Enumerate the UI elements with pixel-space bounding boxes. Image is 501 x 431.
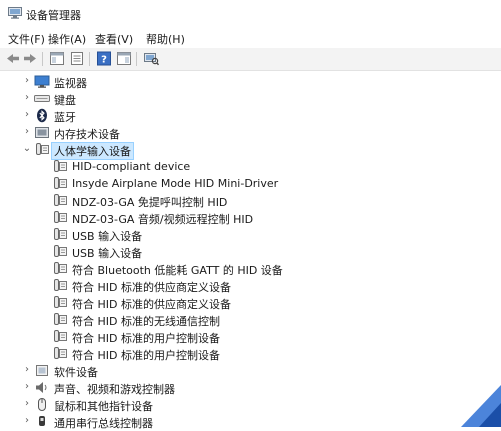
svg-text:?: ? (101, 55, 107, 66)
device-manager-icon (8, 7, 22, 19)
software-device-icon (36, 365, 48, 376)
hid-icon (36, 143, 49, 155)
hid-icon (54, 194, 67, 206)
tree-item-label: HID-compliant device (72, 160, 191, 173)
chevron-right-icon[interactable]: › (22, 75, 32, 87)
chevron-right-icon[interactable]: › (22, 126, 32, 138)
action-pane-icon[interactable] (116, 51, 132, 66)
tree-child-item[interactable]: 符合 HID 标准的用户控制设备 (0, 345, 501, 362)
tree-item-label: 符合 Bluetooth 低能耗 GATT 的 HID 设备 (72, 264, 283, 277)
tree-item-label: 符合 HID 标准的无线通信控制 (72, 315, 220, 328)
tree-child-item[interactable]: Insyde Airplane Mode HID Mini-Driver (0, 175, 501, 192)
tree-child-item[interactable]: 符合 HID 标准的无线通信控制 (0, 311, 501, 328)
hid-icon (54, 279, 67, 291)
tree-item-label: 蓝牙 (54, 111, 76, 124)
chevron-right-icon[interactable]: › (22, 92, 32, 104)
tree-item-label: Insyde Airplane Mode HID Mini-Driver (72, 177, 279, 190)
menu-file[interactable]: 文件(F) (8, 31, 45, 47)
tree-item-label: 符合 HID 标准的用户控制设备 (72, 332, 220, 345)
tree-item-label: 内存技术设备 (54, 128, 120, 141)
menu-help[interactable]: 帮助(H) (146, 31, 185, 47)
hid-icon (54, 296, 67, 308)
title-bar: 设备管理器 (0, 0, 501, 28)
toolbar-separator (89, 52, 90, 66)
tree-child-item[interactable]: NDZ-03-GA 免提呼叫控制 HID (0, 192, 501, 209)
menu-action[interactable]: 操作(A) (48, 31, 86, 47)
tree-item-label: 符合 HID 标准的供应商定义设备 (72, 281, 231, 294)
tree-child-item[interactable]: USB 输入设备 (0, 226, 501, 243)
tree-item-label: USB 输入设备 (72, 230, 143, 243)
hid-icon (54, 330, 67, 342)
chevron-down-icon[interactable]: ⌄ (22, 143, 32, 155)
hid-icon (54, 177, 67, 189)
tree-item-label: 人体学输入设备 (51, 142, 134, 160)
menu-view[interactable]: 查看(V) (95, 31, 133, 47)
tree-item-label: 声音、视频和游戏控制器 (54, 383, 175, 396)
speaker-icon (36, 382, 47, 393)
chevron-right-icon[interactable]: › (22, 381, 32, 393)
mouse-icon (38, 398, 46, 411)
back-arrow-icon[interactable] (5, 51, 21, 66)
memory-icon (35, 127, 49, 138)
tree-child-item[interactable]: HID-compliant device (0, 158, 501, 175)
toolbar: ? (0, 48, 501, 71)
tree-item-usb-controllers[interactable]: › 通用串行总线控制器 (0, 413, 501, 430)
toolbar-separator (42, 52, 43, 66)
help-icon[interactable]: ? (96, 51, 112, 66)
tree-item-label: USB 输入设备 (72, 247, 143, 260)
tree-item-label: 通用串行总线控制器 (54, 417, 153, 430)
window-title: 设备管理器 (26, 9, 81, 22)
tree-child-item[interactable]: NDZ-03-GA 音频/视频远程控制 HID (0, 209, 501, 226)
tree-item-label: 键盘 (54, 94, 76, 107)
hid-icon (54, 313, 67, 325)
toolbar-separator (136, 52, 137, 66)
tree-item-label: 监视器 (54, 77, 87, 90)
hid-icon (54, 347, 67, 359)
device-tree: › 监视器 › 键盘 › 蓝牙 › 内存技术设备 ⌄ 人体学输入设备 HID-c… (0, 71, 501, 430)
tree-child-item[interactable]: USB 输入设备 (0, 243, 501, 260)
tree-item-label: 软件设备 (54, 366, 98, 379)
tree-item-label: 符合 HID 标准的供应商定义设备 (72, 298, 231, 311)
monitor-icon (34, 75, 50, 88)
forward-arrow-icon[interactable] (22, 51, 38, 66)
menu-bar: 文件(F) 操作(A) 查看(V) 帮助(H) (0, 28, 501, 48)
properties-sheet-icon[interactable] (69, 51, 85, 66)
chevron-right-icon[interactable]: › (22, 364, 32, 376)
tree-child-item[interactable]: 符合 HID 标准的用户控制设备 (0, 328, 501, 345)
tree-item-label: NDZ-03-GA 免提呼叫控制 HID (72, 196, 228, 209)
tree-child-item[interactable]: 符合 Bluetooth 低能耗 GATT 的 HID 设备 (0, 260, 501, 277)
tree-item-keyboards[interactable]: › 键盘 (0, 90, 501, 107)
tree-item-bluetooth[interactable]: › 蓝牙 (0, 107, 501, 124)
chevron-right-icon[interactable]: › (22, 415, 32, 427)
hid-icon (54, 160, 67, 172)
tree-item-label: 鼠标和其他指针设备 (54, 400, 153, 413)
tree-item-sound-video-game-controllers[interactable]: › 声音、视频和游戏控制器 (0, 379, 501, 396)
tree-item-software-devices[interactable]: › 软件设备 (0, 362, 501, 379)
hid-icon (54, 228, 67, 240)
tree-item-label: 符合 HID 标准的用户控制设备 (72, 349, 220, 362)
tree-child-item[interactable]: 符合 HID 标准的供应商定义设备 (0, 277, 501, 294)
tree-child-item[interactable]: 符合 HID 标准的供应商定义设备 (0, 294, 501, 311)
tree-item-monitors[interactable]: › 监视器 (0, 73, 501, 90)
bluetooth-icon (37, 108, 47, 123)
chevron-right-icon[interactable]: › (22, 398, 32, 410)
tree-item-human-interface-devices[interactable]: ⌄ 人体学输入设备 (0, 141, 501, 160)
hid-icon (54, 262, 67, 274)
tree-item-mice-pointing-devices[interactable]: › 鼠标和其他指针设备 (0, 396, 501, 413)
keyboard-icon (34, 95, 50, 102)
chevron-right-icon[interactable]: › (22, 109, 32, 121)
tree-item-memory-technology-devices[interactable]: › 内存技术设备 (0, 124, 501, 141)
tree-item-label: NDZ-03-GA 音频/视频远程控制 HID (72, 213, 254, 226)
hid-icon (54, 245, 67, 257)
scan-hardware-icon[interactable] (143, 51, 159, 66)
wallpaper-corner (461, 385, 501, 427)
show-hide-console-tree-icon[interactable] (49, 51, 65, 66)
hid-icon (54, 211, 67, 223)
